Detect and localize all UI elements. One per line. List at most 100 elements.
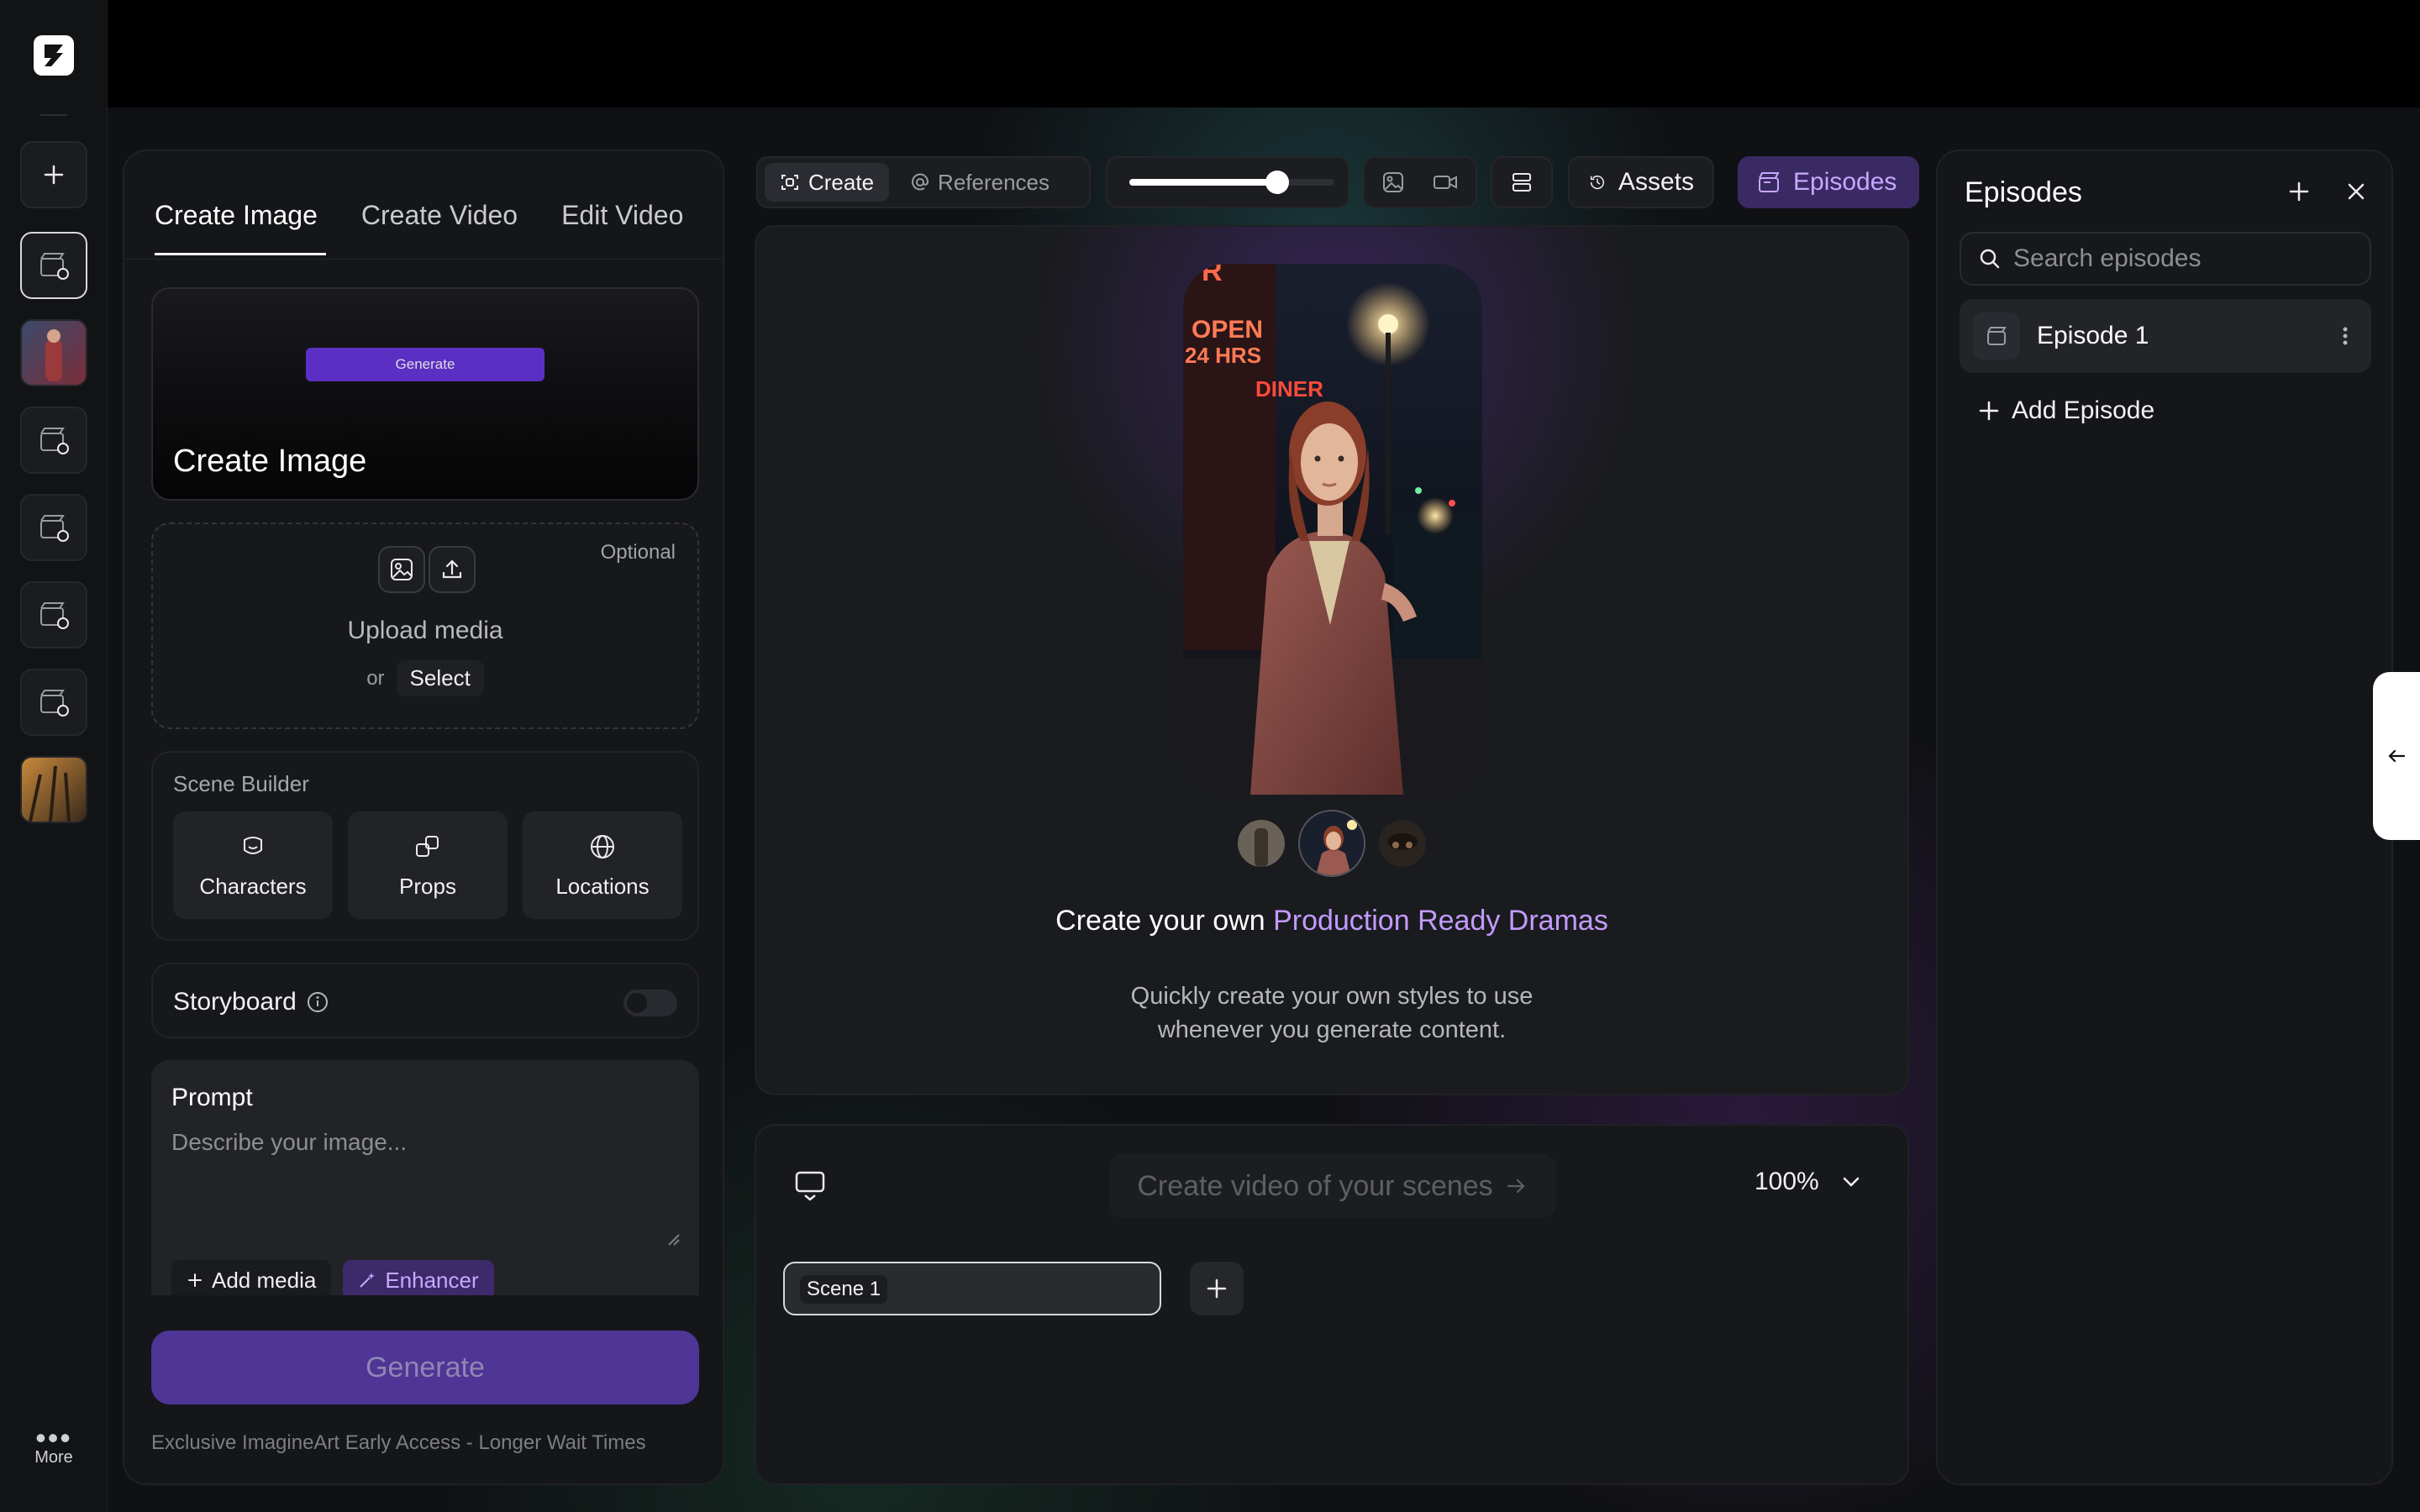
video-camera-icon xyxy=(1434,176,1457,189)
clapper-icon xyxy=(40,515,69,542)
scene-1-label: Scene 1 xyxy=(800,1275,888,1304)
add-media-label: Add media xyxy=(212,1267,317,1293)
clapper-icon xyxy=(40,253,69,280)
add-episode-button[interactable]: Add Episode xyxy=(1978,396,2154,425)
slider-handle[interactable] xyxy=(1265,171,1289,194)
early-access-note: Exclusive ImagineArt Early Access - Long… xyxy=(151,1431,646,1454)
prompt-input[interactable]: Describe your image... xyxy=(171,1129,407,1156)
preview-thumb-3[interactable] xyxy=(1379,820,1426,867)
tab-create-image[interactable]: Create Image xyxy=(155,200,326,255)
at-icon xyxy=(912,173,929,191)
rail-project-3[interactable] xyxy=(20,494,87,561)
preview-image: R OPEN 24 HRS DINER xyxy=(1183,264,1482,795)
more-label: More xyxy=(34,1448,73,1467)
storyboard-toggle[interactable] xyxy=(623,990,677,1016)
more-button[interactable]: ••• More xyxy=(0,1420,108,1467)
clapper-icon xyxy=(1973,312,2020,360)
upload-or-row: or Select xyxy=(153,660,697,696)
zoom-control[interactable]: 100% xyxy=(1754,1168,1863,1196)
image-icon xyxy=(378,546,425,593)
plus-icon xyxy=(1207,1278,1227,1299)
image-mode-button[interactable] xyxy=(1370,163,1417,202)
more-dots-icon: ••• xyxy=(35,1420,72,1455)
enhancer-button[interactable]: Enhancer xyxy=(343,1260,494,1295)
slider-track[interactable] xyxy=(1129,171,1334,194)
media-type-switch xyxy=(1363,156,1477,208)
history-icon xyxy=(1590,176,1605,190)
create-video-cta[interactable]: Create video of your scenes xyxy=(1109,1154,1556,1218)
plus-icon xyxy=(1979,401,1999,421)
preview-panel: R OPEN 24 HRS DINER Create your own Prod… xyxy=(755,225,1909,1095)
rail-project-2[interactable] xyxy=(20,407,87,474)
add-episode-plus-icon[interactable] xyxy=(2287,180,2311,203)
arrow-left-icon xyxy=(2388,749,2406,763)
info-icon[interactable] xyxy=(307,991,329,1013)
locations-button[interactable]: Locations xyxy=(523,811,682,919)
create-image-hero-card: Generate Create Image xyxy=(151,287,699,501)
clapper-icon xyxy=(1759,172,1780,192)
upload-title: Upload media xyxy=(347,617,503,644)
rail-project-photo-2[interactable] xyxy=(20,756,87,823)
app-logo-icon[interactable] xyxy=(34,35,74,76)
rail-project-5[interactable] xyxy=(20,669,87,736)
video-mode-button[interactable] xyxy=(1422,163,1469,202)
create-panel: Create Image Create Video Edit Video Gen… xyxy=(123,150,724,1485)
preview-title: Create your own Production Ready Dramas xyxy=(756,904,1907,937)
size-slider[interactable] xyxy=(1106,156,1349,208)
layout-button[interactable] xyxy=(1491,156,1553,208)
characters-button[interactable]: Characters xyxy=(173,811,333,919)
create-video-label: Create video of your scenes xyxy=(1137,1169,1493,1202)
chevron-down-icon xyxy=(1843,1177,1859,1187)
sparkle-wand-icon xyxy=(360,1273,376,1288)
close-icon[interactable] xyxy=(2344,180,2368,203)
references-mode-button[interactable]: References xyxy=(896,163,1065,202)
storyboard-label: Storyboard xyxy=(173,988,297,1016)
more-vertical-icon[interactable] xyxy=(2341,324,2349,348)
rail-project-photo-1[interactable] xyxy=(20,319,87,386)
search-icon xyxy=(1980,249,2000,269)
create-tabs: Create Image Create Video Edit Video xyxy=(155,200,692,255)
episode-item[interactable]: Episode 1 xyxy=(1960,299,2371,373)
neon-sign-open: OPEN xyxy=(1192,316,1263,344)
prompt-label: Prompt xyxy=(171,1084,253,1111)
collapse-panel-tab[interactable] xyxy=(2373,672,2420,840)
assets-button[interactable]: Assets xyxy=(1568,156,1714,208)
rail-divider xyxy=(40,114,67,116)
layout-rows-icon xyxy=(1512,173,1531,192)
scene-1-card[interactable]: Scene 1 xyxy=(783,1262,1161,1315)
clapper-icon xyxy=(40,690,69,717)
upload-media-dropzone[interactable]: Optional Upload media or Select xyxy=(151,522,699,729)
presentation-icon[interactable] xyxy=(793,1169,827,1203)
props-button[interactable]: Props xyxy=(348,811,508,919)
image-icon xyxy=(1383,172,1403,192)
scene-builder: Scene Builder Characters Props Locations xyxy=(151,751,699,941)
search-placeholder: Search episodes xyxy=(2013,244,2202,272)
resize-handle-icon[interactable] xyxy=(666,1231,681,1247)
preview-thumb-2[interactable] xyxy=(1298,810,1365,877)
clapper-icon xyxy=(40,602,69,629)
new-project-button[interactable] xyxy=(20,141,87,208)
tab-create-video[interactable]: Create Video xyxy=(361,200,518,242)
upload-icon xyxy=(429,546,476,593)
add-scene-button[interactable] xyxy=(1190,1262,1244,1315)
rail-project-4[interactable] xyxy=(20,581,87,648)
preview-thumb-1[interactable] xyxy=(1238,820,1285,867)
plus-icon xyxy=(188,1273,202,1287)
preview-title-highlight: Production Ready Dramas xyxy=(1273,905,1608,937)
add-media-button[interactable]: Add media xyxy=(171,1260,332,1295)
add-episode-label: Add Episode xyxy=(2012,396,2155,424)
left-rail: ••• More xyxy=(0,0,108,1512)
storyboard-row: Storyboard xyxy=(151,963,699,1038)
timeline-panel: Create video of your scenes 100% Scene 1 xyxy=(755,1124,1909,1485)
tab-edit-video[interactable]: Edit Video xyxy=(561,200,683,242)
episodes-button[interactable]: Episodes xyxy=(1738,156,1919,208)
create-mode-button[interactable]: Create xyxy=(765,163,890,202)
props-label: Props xyxy=(399,873,456,899)
select-button[interactable]: Select xyxy=(396,660,484,696)
generate-button[interactable]: Generate xyxy=(151,1331,699,1404)
enhancer-label: Enhancer xyxy=(385,1267,479,1293)
props-icon xyxy=(416,835,439,857)
rail-project-1[interactable] xyxy=(20,232,87,299)
search-episodes-input[interactable]: Search episodes xyxy=(1960,232,2371,286)
neon-sign-24hrs: 24 HRS xyxy=(1185,343,1261,368)
